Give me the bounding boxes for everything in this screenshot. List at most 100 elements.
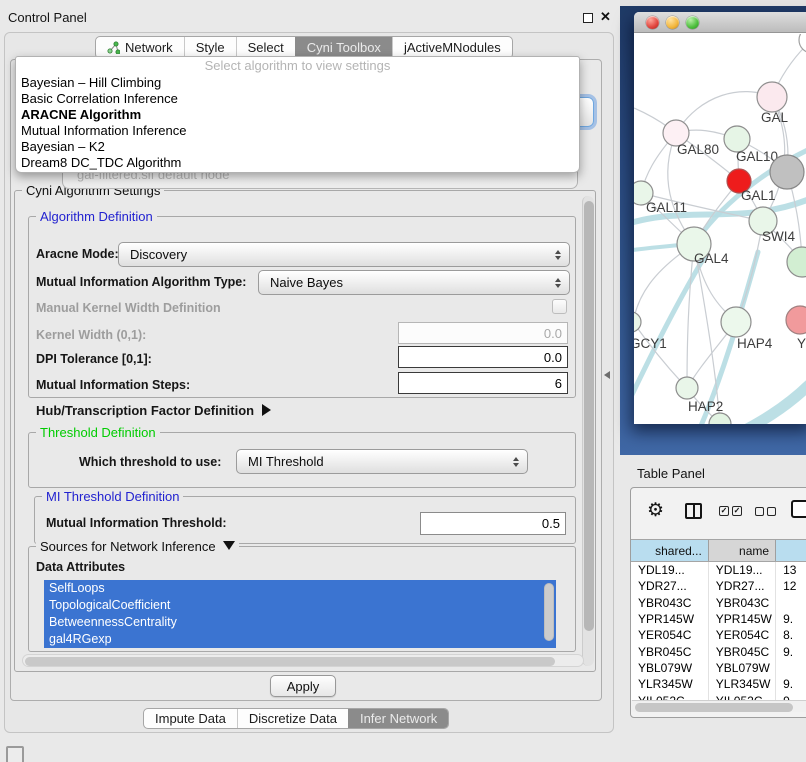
which-threshold-combo[interactable]: MI Threshold [236,449,528,474]
algorithm-option[interactable]: Dream8 DC_TDC Algorithm [16,155,579,171]
manual-kernel-checkbox[interactable] [552,299,567,314]
table-row[interactable]: YBR043CYBR043C [631,595,806,611]
thick-edges [634,148,806,424]
network-canvas[interactable]: GALGAL80GAL10GAL1GAL11SWI4GAL4GCY1HAP4YH… [634,34,806,424]
table-cell: 9. [776,676,806,692]
table-row[interactable]: YBL079WYBL079W [631,660,806,676]
node-label: GAL4 [694,251,729,266]
close-panel-icon[interactable]: ✕ [600,9,611,25]
data-attributes-list[interactable]: SelfLoopsTopologicalCoefficientBetweenne… [44,580,556,648]
columns-icon[interactable] [685,503,702,519]
algorithm-dropdown: Select algorithm to view settings Bayesi… [15,56,580,173]
new-column-icon[interactable] [791,500,806,518]
table-row[interactable]: YIL052CYIL052C9 [631,692,806,700]
node-label: GAL10 [736,149,778,164]
mi-threshold-title: MI Threshold Definition [42,489,183,504]
mi-steps-field[interactable] [398,372,568,394]
scrollbar-thumb[interactable] [25,657,555,666]
collapse-down-icon [223,541,235,550]
list-scrollbar-thumb[interactable] [544,583,554,641]
hub-section-toggle[interactable]: Hub/Transcription Factor Definition [36,403,271,418]
aracne-mode-label: Aracne Mode: [36,247,119,261]
attribute-item[interactable]: SelfLoops [44,580,556,597]
column-header[interactable]: shared... [631,540,709,561]
algorithm-option[interactable]: Bayesian – K2 [16,139,579,155]
network-icon [107,41,120,54]
sources-toggle[interactable]: Sources for Network Inference [36,539,239,554]
table-horizontal-scrollbar[interactable] [632,700,806,712]
apply-button[interactable]: Apply [270,675,336,697]
kernel-width-field[interactable] [398,322,568,344]
attribute-item[interactable]: gal4RGexp [44,631,556,648]
tab-jactivemnodules[interactable]: jActiveMNodules [392,37,512,58]
table-row[interactable]: YER054CYER054C8. [631,627,806,643]
table-cell: YBR043C [709,595,776,611]
tab-label: Network [125,40,173,55]
attribute-item[interactable]: TopologicalCoefficient [44,597,556,614]
scrollbar-thumb[interactable] [635,703,793,712]
node-hap4[interactable] [721,307,751,337]
screen: Control Panel ✕ Network Style Select Cyni T… [0,0,806,762]
close-window-icon[interactable] [646,16,659,29]
aracne-mode-value: Discovery [130,247,187,262]
node[interactable] [709,413,731,424]
select-all-columns-icon[interactable]: ✓✓ [719,506,742,516]
attribute-item[interactable]: BetweennessCentrality [44,614,556,631]
network-view-window: GALGAL80GAL10GAL1GAL11SWI4GAL4GCY1HAP4YH… [634,12,806,424]
node-label: Y [797,336,806,351]
scrollbar-thumb[interactable] [584,201,594,631]
settings-horizontal-scrollbar[interactable] [22,654,584,667]
stepper-arrows-icon [513,457,519,467]
unselect-all-columns-icon[interactable] [755,507,776,516]
gear-icon[interactable]: ⚙ [647,499,664,522]
tab-label: Style [196,40,225,55]
network-window-titlebar[interactable] [634,12,806,33]
tab-label: jActiveMNodules [404,40,501,55]
docked-panel-icon[interactable] [6,746,24,762]
algorithm-option[interactable]: ARACNE Algorithm [16,107,579,123]
node-hap2[interactable] [676,377,698,399]
node[interactable] [787,247,806,277]
tab-impute-data[interactable]: Impute Data [144,709,237,728]
mi-threshold-field[interactable] [420,512,566,535]
node-gcy1[interactable] [634,312,641,332]
table-cell: YDL19... [631,562,709,578]
table-cell: YLR345W [631,676,709,692]
algorithm-option[interactable]: Mutual Information Inference [16,123,579,139]
tab-cyni-toolbox[interactable]: Cyni Toolbox [295,37,392,58]
table-row[interactable]: YDR27...YDR27...12 [631,578,806,594]
zoom-window-icon[interactable] [686,16,699,29]
float-window-icon[interactable] [583,13,593,23]
table-cell: 9 [776,692,806,700]
tab-label: Select [248,40,284,55]
node-y[interactable] [786,306,806,334]
tab-style[interactable]: Style [184,37,236,58]
node-table-window: ⚙ ✓✓ shared...name YDL19...YDL19...13YDR… [630,487,806,718]
aracne-mode-combo[interactable]: Discovery [118,242,570,267]
node-gal[interactable] [757,82,787,112]
node[interactable] [770,155,804,189]
splitter-collapse-icon[interactable] [604,371,610,379]
network-nodes[interactable]: GALGAL80GAL10GAL1GAL11SWI4GAL4GCY1HAP4YH… [634,34,806,424]
minimize-window-icon[interactable] [666,16,679,29]
algorithm-option[interactable]: Basic Correlation Inference [16,91,579,107]
mi-type-combo[interactable]: Naive Bayes [258,270,570,295]
column-header[interactable]: name [709,540,776,561]
settings-vertical-scrollbar[interactable] [582,196,594,666]
table-cell: YDR27... [631,578,709,594]
tab-select[interactable]: Select [236,37,295,58]
table-row[interactable]: YPR145WYPR145W9. [631,611,806,627]
table-cell: YBL079W [631,660,709,676]
dpi-tolerance-field[interactable] [398,346,568,368]
column-header[interactable] [776,540,806,561]
table-row[interactable]: YDL19...YDL19...13 [631,562,806,578]
table-body[interactable]: YDL19...YDL19...13YDR27...YDR27...12YBR0… [631,562,806,700]
algorithm-option[interactable]: Bayesian – Hill Climbing [16,75,579,91]
which-threshold-value: MI Threshold [248,454,324,469]
tab-network[interactable]: Network [96,37,184,58]
tab-discretize-data[interactable]: Discretize Data [237,709,348,728]
tab-infer-network[interactable]: Infer Network [348,709,448,728]
table-row[interactable]: YBR045CYBR045C9. [631,643,806,659]
table-row[interactable]: YLR345WYLR345W9. [631,676,806,692]
control-panel-title: Control Panel [8,10,87,25]
